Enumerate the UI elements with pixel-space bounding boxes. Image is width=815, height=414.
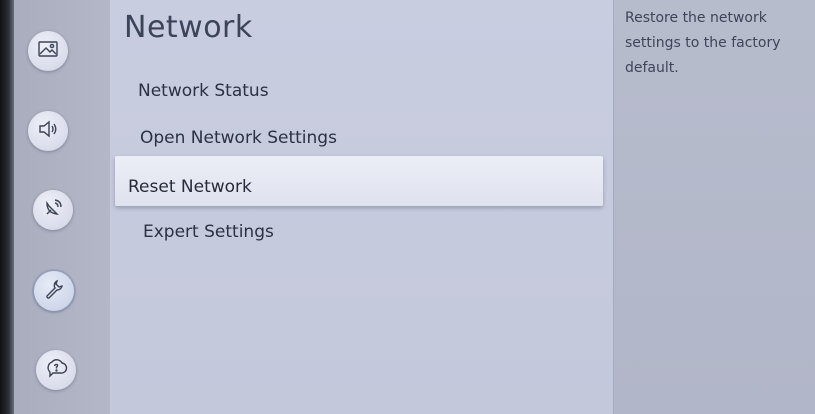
support-category-button[interactable]	[36, 350, 76, 390]
picture-category-button[interactable]	[28, 31, 68, 71]
menu-item-open-network-settings[interactable]: Open Network Settings	[140, 128, 337, 148]
menu-item-expert-settings[interactable]: Expert Settings	[143, 222, 274, 242]
tv-screen: Network Network Status Open Network Sett…	[0, 0, 815, 414]
broadcasting-icon	[41, 196, 65, 224]
general-wrench-icon	[42, 277, 66, 305]
picture-icon	[36, 37, 60, 65]
menu-item-reset-network-label: Reset Network	[128, 177, 252, 197]
settings-category-rail	[14, 0, 110, 414]
menu-item-reset-network[interactable]: Reset Network	[115, 156, 603, 206]
sound-icon	[36, 117, 60, 145]
broadcasting-category-button[interactable]	[33, 190, 73, 230]
sound-category-button[interactable]	[28, 111, 68, 151]
tv-bezel	[0, 0, 14, 414]
description-text: Restore the network settings to the fact…	[625, 10, 781, 76]
support-icon	[44, 356, 68, 384]
general-category-button[interactable]	[34, 271, 74, 311]
page-title: Network	[124, 10, 253, 45]
menu-item-network-status[interactable]: Network Status	[138, 81, 269, 101]
description-panel: Restore the network settings to the fact…	[613, 0, 815, 414]
network-menu-panel: Network Network Status Open Network Sett…	[110, 0, 613, 414]
